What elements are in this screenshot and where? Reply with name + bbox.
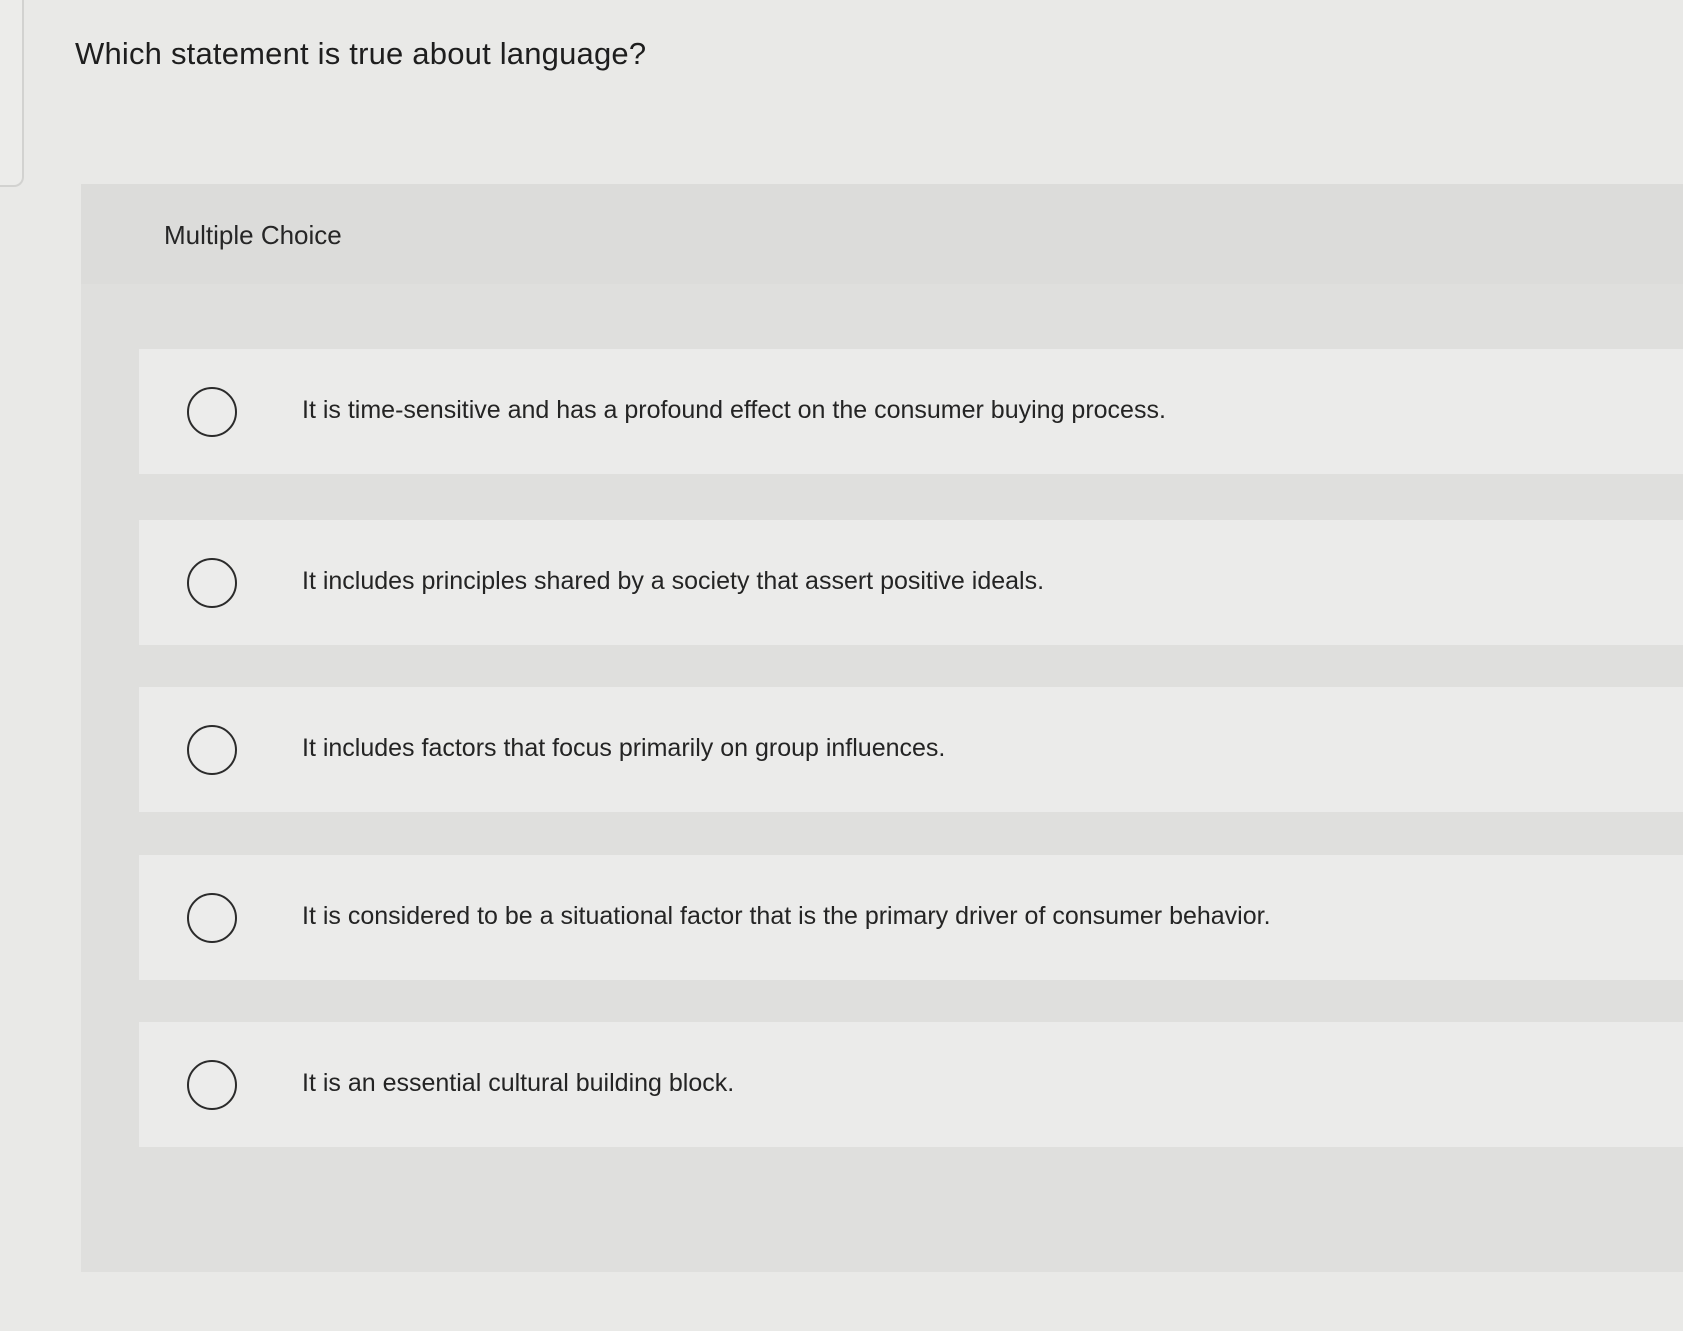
answer-option-4[interactable]: It is considered to be a situational fac… <box>139 855 1683 980</box>
answer-option-label: It is time-sensitive and has a profound … <box>302 396 1166 424</box>
question-type-label: Multiple Choice <box>164 220 342 250</box>
answer-option-3[interactable]: It includes factors that focus primarily… <box>139 687 1683 812</box>
left-panel-edge <box>0 0 24 187</box>
multiple-choice-header: Multiple Choice <box>81 184 1683 284</box>
answer-option-label: It is an essential cultural building blo… <box>302 1069 735 1097</box>
answer-option-5[interactable]: It is an essential cultural building blo… <box>139 1022 1683 1147</box>
multiple-choice-panel: Multiple Choice It is time-sensitive and… <box>81 184 1683 1272</box>
answer-option-label: It includes factors that focus primarily… <box>302 734 946 762</box>
question-text: Which statement is true about language? <box>75 36 647 71</box>
answer-option-label: It is considered to be a situational fac… <box>302 902 1271 930</box>
radio-button-icon[interactable] <box>187 1060 237 1110</box>
radio-button-icon[interactable] <box>187 387 237 437</box>
radio-button-icon[interactable] <box>187 725 237 775</box>
answer-option-label: It includes principles shared by a socie… <box>302 567 1045 595</box>
radio-button-icon[interactable] <box>187 893 237 943</box>
answer-option-2[interactable]: It includes principles shared by a socie… <box>139 520 1683 645</box>
answer-option-1[interactable]: It is time-sensitive and has a profound … <box>139 349 1683 474</box>
radio-button-icon[interactable] <box>187 558 237 608</box>
